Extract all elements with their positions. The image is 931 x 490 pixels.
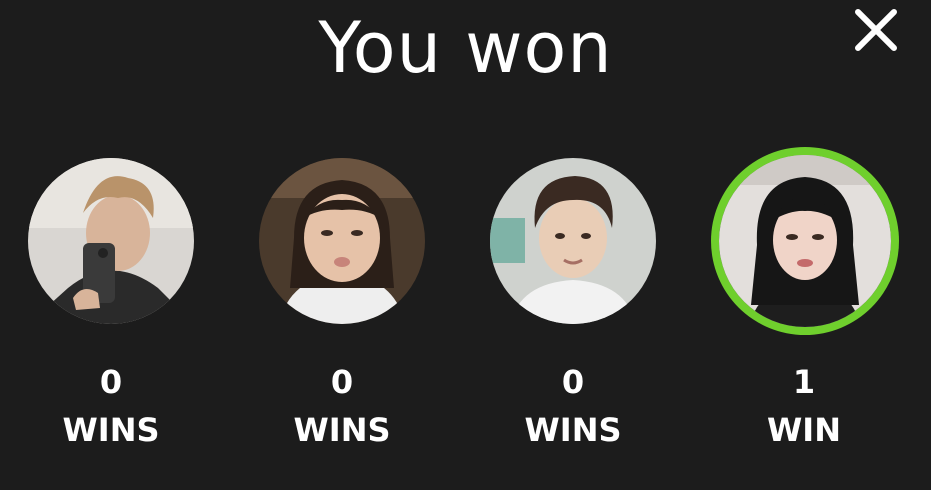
wins-count: 0	[99, 363, 123, 401]
wins-count: 1	[792, 363, 816, 401]
player-avatar	[259, 158, 425, 324]
close-icon	[855, 9, 897, 51]
wins-label: WINS	[524, 411, 622, 449]
player-avatar	[28, 158, 194, 324]
wins-count: 0	[330, 363, 354, 401]
result-title: You won	[318, 7, 613, 89]
close-button[interactable]	[852, 6, 900, 54]
player-avatar	[490, 158, 656, 324]
wins-label: WIN	[767, 411, 841, 449]
wins-label: WINS	[293, 411, 391, 449]
wins-count: 0	[561, 363, 585, 401]
player-avatar-winner	[719, 155, 891, 327]
wins-label: WINS	[62, 411, 160, 449]
results-screen: You won 0 WINS 0 WINS 0 WINS 1 WIN	[0, 0, 931, 490]
